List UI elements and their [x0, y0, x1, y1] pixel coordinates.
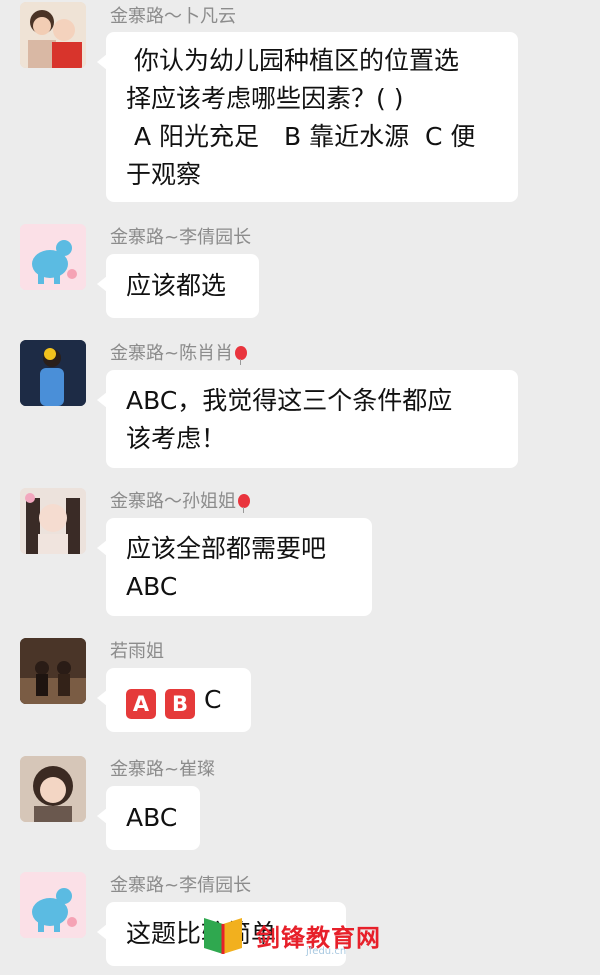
balloon-icon: [235, 346, 248, 365]
message-bubble[interactable]: ABC: [97, 786, 200, 850]
balloon-icon: [238, 494, 250, 513]
message-text: ABC: [126, 803, 178, 832]
avatar[interactable]: [20, 2, 86, 68]
sender-name: 金寨路～孙姐姐: [110, 491, 250, 513]
message-bubble[interactable]: 应该都选: [97, 254, 259, 318]
message-bubble[interactable]: 你认为幼儿园种植区的位置选 择应该考虑哪些因素？( ) A 阳光充足 B 靠近水…: [97, 32, 518, 202]
letter-b-emoji-icon: B: [165, 689, 195, 719]
watermark-url: jfedu.cn: [306, 946, 347, 957]
message-text: 应该都选: [126, 271, 227, 300]
message-text: 应该全部都需要吧 ABC: [126, 534, 327, 601]
avatar[interactable]: [20, 488, 86, 554]
sender-name-text: 金寨路~陈肖肖: [110, 343, 234, 364]
message-bubble[interactable]: 应该全部都需要吧 ABC: [97, 518, 372, 616]
sender-name: 金寨路~崔璨: [110, 759, 216, 780]
sender-name: 金寨路～卜凡云: [110, 6, 236, 27]
message-bubble[interactable]: ABC: [97, 668, 251, 732]
avatar[interactable]: [20, 756, 86, 822]
letter-a-emoji-icon: A: [126, 689, 156, 719]
watermark: 剑锋教育网 jfedu.cn: [196, 910, 386, 960]
sender-name-text: 金寨路～孙姐姐: [110, 491, 236, 512]
avatar[interactable]: [20, 872, 86, 938]
message-text: ABC，我觉得这三个条件都应 该考虑！: [126, 386, 453, 453]
sender-name: 金寨路~李倩园长: [110, 875, 252, 896]
book-logo-icon: [204, 918, 242, 954]
avatar[interactable]: [20, 224, 86, 290]
avatar[interactable]: [20, 638, 86, 704]
avatar[interactable]: [20, 340, 86, 406]
message-text: 你认为幼儿园种植区的位置选 择应该考虑哪些因素？( ) A 阳光充足 B 靠近水…: [126, 46, 476, 189]
message-text: C: [204, 685, 222, 714]
sender-name: 若雨姐: [110, 641, 164, 662]
sender-name: 金寨路~陈肖肖: [110, 343, 248, 365]
message-bubble[interactable]: ABC，我觉得这三个条件都应 该考虑！: [97, 370, 518, 468]
sender-name: 金寨路~李倩园长: [110, 227, 252, 248]
